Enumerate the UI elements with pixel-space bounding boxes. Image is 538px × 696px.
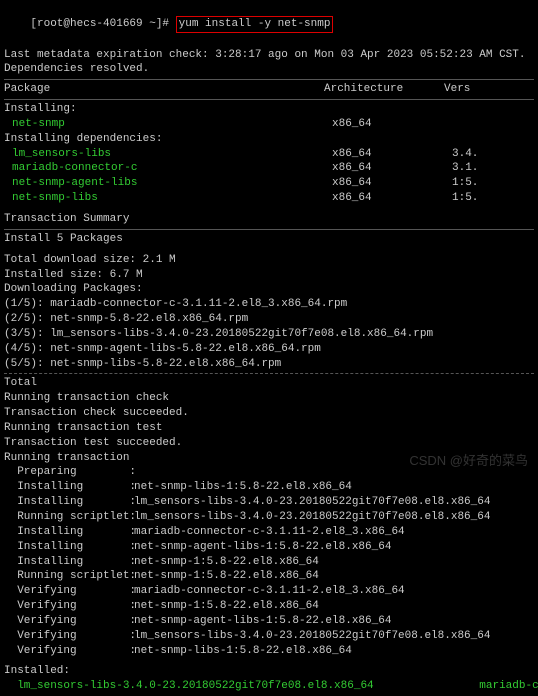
table-row: net-snmp-libsx86_641:5. <box>4 191 534 206</box>
step-row: Verifying : net-snmp-libs-1:5.8-22.el8.x… <box>4 644 534 659</box>
step-value: lm_sensors-libs-3.4.0-23.20180522git70f7… <box>134 629 534 644</box>
header-package: Package <box>4 82 324 97</box>
tx-summary: Transaction Summary <box>4 212 534 227</box>
deps-line: Dependencies resolved. <box>4 62 534 77</box>
header-arch: Architecture <box>324 82 444 97</box>
download-line: (1/5): mariadb-connector-c-3.1.11-2.el8_… <box>4 297 534 312</box>
step-value: lm_sensors-libs-3.4.0-23.20180522git70f7… <box>134 495 534 510</box>
step-row: Verifying : net-snmp-1:5.8-22.el8.x86_64 <box>4 599 534 614</box>
step-value <box>134 465 534 480</box>
table-row: net-snmpx86_64 <box>4 117 534 132</box>
pkg-ver <box>452 117 512 132</box>
table-header: Package Architecture Vers <box>4 82 534 97</box>
pkg-name: mariadb-connector-c <box>4 161 332 176</box>
step-value: net-snmp-agent-libs-1:5.8-22.el8.x86_64 <box>134 540 534 555</box>
pkg-ver: 3.4. <box>452 147 512 162</box>
step-label: Verifying : <box>4 584 134 599</box>
step-label: Installing : <box>4 555 134 570</box>
tx-line: Running transaction check <box>4 391 534 406</box>
divider <box>4 79 534 80</box>
step-label: Verifying : <box>4 644 134 659</box>
step-value: net-snmp-1:5.8-22.el8.x86_64 <box>134 599 534 614</box>
total-label: Total <box>4 376 534 391</box>
divider <box>4 229 534 230</box>
pkg-name: net-snmp-agent-libs <box>4 176 332 191</box>
download-line: (3/5): lm_sensors-libs-3.4.0-23.20180522… <box>4 327 534 342</box>
step-row: Installing : net-snmp-libs-1:5.8-22.el8.… <box>4 480 534 495</box>
step-label: Verifying : <box>4 614 134 629</box>
prompt-line: [root@hecs-401669 ~]# yum install -y net… <box>4 2 534 48</box>
step-value: net-snmp-agent-libs-1:5.8-22.el8.x86_64 <box>134 614 534 629</box>
step-value: net-snmp-1:5.8-22.el8.x86_64 <box>134 569 534 584</box>
step-row: Installing : net-snmp-agent-libs-1:5.8-2… <box>4 540 534 555</box>
step-label: Preparing : <box>4 465 134 480</box>
header-version: Vers <box>444 82 504 97</box>
step-label: Installing : <box>4 525 134 540</box>
divider <box>4 99 534 100</box>
step-row: Running scriptlet: lm_sensors-libs-3.4.0… <box>4 510 534 525</box>
pkg-arch: x86_64 <box>332 176 452 191</box>
pkg-name: net-snmp <box>4 117 332 132</box>
installed-label: Installed: <box>4 664 534 679</box>
downloading-label: Downloading Packages: <box>4 282 534 297</box>
step-row: Installing : mariadb-connector-c-3.1.11-… <box>4 525 534 540</box>
download-line: (5/5): net-snmp-libs-5.8-22.el8.x86_64.r… <box>4 357 534 372</box>
download-line: (4/5): net-snmp-agent-libs-5.8-22.el8.x8… <box>4 342 534 357</box>
pkg-name: net-snmp-libs <box>4 191 332 206</box>
download-line: (2/5): net-snmp-5.8-22.el8.x86_64.rpm <box>4 312 534 327</box>
step-value: mariadb-connector-c-3.1.11-2.el8_3.x86_6… <box>134 584 534 599</box>
step-row: Preparing : <box>4 465 534 480</box>
step-value: net-snmp-1:5.8-22.el8.x86_64 <box>134 555 534 570</box>
table-row: lm_sensors-libsx86_643.4. <box>4 147 534 162</box>
divider-dashed <box>4 373 534 374</box>
command-highlight: yum install -y net-snmp <box>176 16 334 33</box>
tx-line: Running transaction <box>4 451 534 466</box>
pkg-arch: x86_64 <box>332 117 452 132</box>
pkg-name: lm_sensors-libs <box>4 147 332 162</box>
download-size: Total download size: 2.1 M <box>4 253 534 268</box>
pkg-ver: 1:5. <box>452 191 512 206</box>
step-value: net-snmp-libs-1:5.8-22.el8.x86_64 <box>134 644 534 659</box>
step-label: Installing : <box>4 480 134 495</box>
step-label: Verifying : <box>4 629 134 644</box>
terminal[interactable]: [root@hecs-401669 ~]# yum install -y net… <box>0 0 538 696</box>
step-row: Verifying : lm_sensors-libs-3.4.0-23.201… <box>4 629 534 644</box>
step-row: Verifying : mariadb-connector-c-3.1.11-2… <box>4 584 534 599</box>
pkg-arch: x86_64 <box>332 161 452 176</box>
table-row: net-snmp-agent-libsx86_641:5. <box>4 176 534 191</box>
step-label: Running scriptlet: <box>4 569 134 584</box>
pkg-ver: 3.1. <box>452 161 512 176</box>
tx-line: Transaction test succeeded. <box>4 436 534 451</box>
prompt: [root@hecs-401669 ~]# <box>30 18 169 30</box>
installed-size: Installed size: 6.7 M <box>4 268 534 283</box>
pkg-ver: 1:5. <box>452 176 512 191</box>
pkg-arch: x86_64 <box>332 191 452 206</box>
installed-line: lm_sensors-libs-3.4.0-23.20180522git70f7… <box>4 679 534 694</box>
step-label: Running scriptlet: <box>4 510 134 525</box>
pkg-arch: x86_64 <box>332 147 452 162</box>
step-label: Verifying : <box>4 599 134 614</box>
installing-label: Installing: <box>4 102 534 117</box>
step-value: lm_sensors-libs-3.4.0-23.20180522git70f7… <box>134 510 534 525</box>
meta-line: Last metadata expiration check: 3:28:17 … <box>4 48 534 63</box>
step-label: Installing : <box>4 495 134 510</box>
step-value: net-snmp-libs-1:5.8-22.el8.x86_64 <box>134 480 534 495</box>
install-count: Install 5 Packages <box>4 232 534 247</box>
step-row: Verifying : net-snmp-agent-libs-1:5.8-22… <box>4 614 534 629</box>
tx-line: Transaction check succeeded. <box>4 406 534 421</box>
step-label: Installing : <box>4 540 134 555</box>
step-row: Installing : net-snmp-1:5.8-22.el8.x86_6… <box>4 555 534 570</box>
step-value: mariadb-connector-c-3.1.11-2.el8_3.x86_6… <box>134 525 534 540</box>
tx-line: Running transaction test <box>4 421 534 436</box>
installing-deps-label: Installing dependencies: <box>4 132 534 147</box>
step-row: Installing : lm_sensors-libs-3.4.0-23.20… <box>4 495 534 510</box>
table-row: mariadb-connector-cx86_643.1. <box>4 161 534 176</box>
step-row: Running scriptlet: net-snmp-1:5.8-22.el8… <box>4 569 534 584</box>
